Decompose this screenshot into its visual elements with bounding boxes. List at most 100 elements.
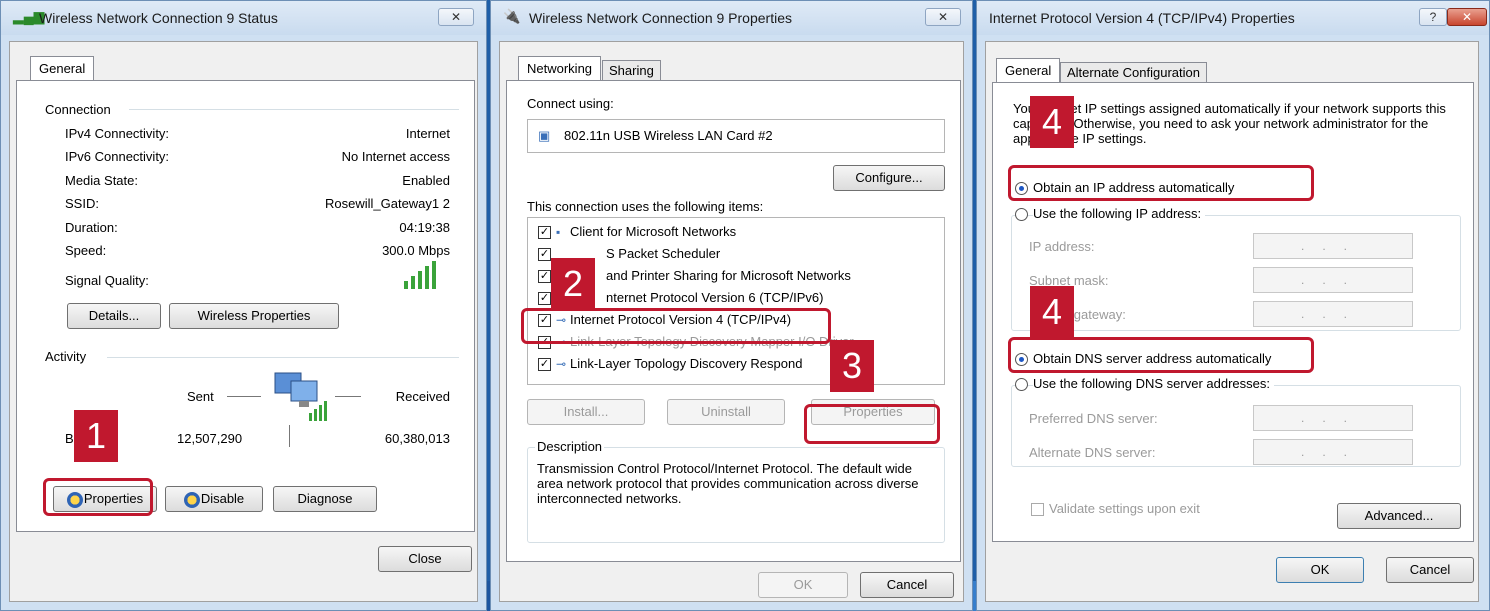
details-button[interactable]: Details... — [67, 303, 161, 329]
use-static-ip-radio[interactable] — [1015, 208, 1028, 221]
uninstall-button[interactable]: Uninstall — [667, 399, 785, 425]
properties-cancel-button[interactable]: Cancel — [860, 572, 954, 598]
wireless-card-icon: ▣ — [538, 128, 551, 143]
highlight-obtain-ip-auto — [1008, 165, 1314, 201]
client-icon: ▪ — [556, 225, 561, 239]
tab-networking[interactable]: Networking — [518, 56, 602, 80]
install-button[interactable]: Install... — [527, 399, 645, 425]
highlight-ipv4-item — [521, 308, 831, 344]
callout-step-4-ip: 4 — [1030, 96, 1074, 148]
status-close-button[interactable]: Close — [378, 546, 472, 572]
activity-group-label: Activity — [45, 349, 87, 364]
network-adapter-icon: 🔌 — [503, 8, 521, 24]
use-static-dns-label[interactable]: Use the following DNS server addresses: — [1033, 376, 1274, 391]
item-lltd-responder[interactable]: ⊸ Link-Layer Topology Discovery Respond — [556, 356, 802, 371]
adapter-box: ▣ 802.11n USB Wireless LAN Card #2 — [527, 119, 945, 153]
ip-address-label: IP address: — [1029, 239, 1095, 254]
validate-checkbox[interactable] — [1031, 503, 1044, 516]
ipv4-title: Internet Protocol Version 4 (TCP/IPv4) P… — [989, 10, 1295, 26]
item-qos-packet-scheduler[interactable]: S Packet Scheduler — [606, 246, 720, 261]
subnet-mask-field[interactable]: ... — [1253, 267, 1413, 293]
status-dialog: ▂▄▆ Wireless Network Connection 9 Status… — [0, 0, 487, 611]
speed-label: Speed: — [65, 243, 107, 258]
status-title: Wireless Network Connection 9 Status — [39, 10, 278, 26]
wireless-properties-button[interactable]: Wireless Properties — [169, 303, 339, 329]
item-checkbox[interactable]: ✓ — [538, 292, 551, 305]
ip-address-field[interactable]: ... — [1253, 233, 1413, 259]
signal-bars-icon: ▂▄▆ — [13, 8, 45, 24]
item-checkbox[interactable]: ✓ — [538, 270, 551, 283]
item-file-printer-sharing[interactable]: and Printer Sharing for Microsoft Networ… — [606, 268, 851, 283]
ipv4-tab-general[interactable]: General — [996, 58, 1061, 82]
validate-label[interactable]: Validate settings upon exit — [1049, 501, 1200, 516]
highlight-obtain-dns-auto — [1008, 337, 1314, 373]
ipv6-connectivity-value: No Internet access — [341, 149, 450, 164]
activity-divider — [107, 357, 459, 358]
tab-alternate-configuration[interactable]: Alternate Configuration — [1060, 62, 1207, 82]
uac-shield-icon — [183, 491, 200, 508]
status-close-x-button[interactable]: ✕ — [438, 8, 474, 26]
media-state-label: Media State: — [65, 173, 138, 188]
description-text: Transmission Control Protocol/Internet P… — [537, 461, 919, 506]
ipv4-close-x-button[interactable]: ✕ — [1447, 8, 1487, 26]
ssid-value: Rosewill_Gateway1 2 — [324, 196, 450, 211]
ipv4-titlebar[interactable]: Internet Protocol Version 4 (TCP/IPv4) P… — [977, 1, 1489, 35]
ssid-label: SSID: — [65, 196, 99, 211]
alternate-dns-field[interactable]: ... — [1253, 439, 1413, 465]
ipv4-cancel-button[interactable]: Cancel — [1386, 557, 1474, 583]
bytes-label: B — [65, 431, 74, 446]
items-label: This connection uses the following items… — [527, 199, 764, 214]
protocol-icon: ⊸ — [556, 357, 567, 371]
callout-step-1: 1 — [74, 410, 118, 462]
ipv4-intro-text: You can get IP settings assigned automat… — [1013, 101, 1446, 146]
sent-line — [227, 396, 261, 397]
status-body: General Connection IPv4 Connectivity: In… — [9, 41, 478, 602]
callout-step-3: 3 — [830, 340, 874, 392]
disable-button[interactable]: Disable — [165, 486, 263, 512]
item-label: Link-Layer Topology Discovery Respond — [570, 356, 803, 371]
connection-group-label: Connection — [45, 102, 111, 117]
properties-close-x-button[interactable]: ✕ — [925, 8, 961, 26]
ipv6-connectivity-label: IPv6 Connectivity: — [65, 149, 170, 164]
alternate-dns-label: Alternate DNS server: — [1029, 445, 1156, 460]
sent-bytes-value: 12,507,290 — [177, 431, 243, 446]
preferred-dns-label: Preferred DNS server: — [1029, 411, 1158, 426]
properties-titlebar[interactable]: 🔌 Wireless Network Connection 9 Properti… — [491, 1, 972, 35]
received-bytes-value: 60,380,013 — [384, 431, 450, 446]
duration-label: Duration: — [65, 220, 118, 235]
duration-value: 04:19:38 — [399, 220, 450, 235]
signal-strength-icon — [404, 261, 436, 289]
received-label: Received — [395, 389, 450, 404]
connect-using-label: Connect using: — [527, 96, 614, 111]
item-checkbox[interactable]: ✓ — [538, 248, 551, 261]
diagnose-button[interactable]: Diagnose — [273, 486, 377, 512]
properties-title: Wireless Network Connection 9 Properties — [529, 10, 792, 26]
media-state-value: Enabled — [402, 173, 450, 188]
item-checkbox[interactable]: ✓ — [538, 226, 551, 239]
tab-sharing[interactable]: Sharing — [602, 60, 661, 80]
speed-value: 300.0 Mbps — [382, 243, 450, 258]
advanced-button[interactable]: Advanced... — [1337, 503, 1461, 529]
item-checkbox[interactable]: ✓ — [538, 358, 551, 371]
item-label: Client for Microsoft Networks — [570, 224, 737, 239]
adapter-name: 802.11n USB Wireless LAN Card #2 — [564, 128, 773, 143]
status-tab-general[interactable]: General — [30, 56, 95, 80]
configure-button[interactable]: Configure... — [833, 165, 945, 191]
connection-divider — [129, 109, 459, 110]
bytes-divider — [289, 425, 290, 447]
help-button[interactable]: ? — [1419, 8, 1447, 26]
item-ipv6[interactable]: nternet Protocol Version 6 (TCP/IPv6) — [606, 290, 823, 305]
ipv4-ok-button[interactable]: OK — [1276, 557, 1364, 583]
preferred-dns-field[interactable]: ... — [1253, 405, 1413, 431]
status-general-panel: Connection IPv4 Connectivity: Internet I… — [16, 80, 475, 532]
callout-step-4-dns: 4 — [1030, 286, 1074, 338]
use-static-ip-label[interactable]: Use the following IP address: — [1033, 206, 1206, 221]
description-label: Description — [535, 439, 605, 454]
highlight-status-properties — [43, 478, 153, 516]
use-static-dns-radio[interactable] — [1015, 378, 1028, 391]
item-client-ms-networks[interactable]: ▪ Client for Microsoft Networks — [556, 224, 736, 239]
status-titlebar[interactable]: ▂▄▆ Wireless Network Connection 9 Status… — [1, 1, 486, 35]
properties-ok-button[interactable]: OK — [758, 572, 848, 598]
default-gateway-field[interactable]: ... — [1253, 301, 1413, 327]
highlight-item-properties — [804, 404, 940, 444]
